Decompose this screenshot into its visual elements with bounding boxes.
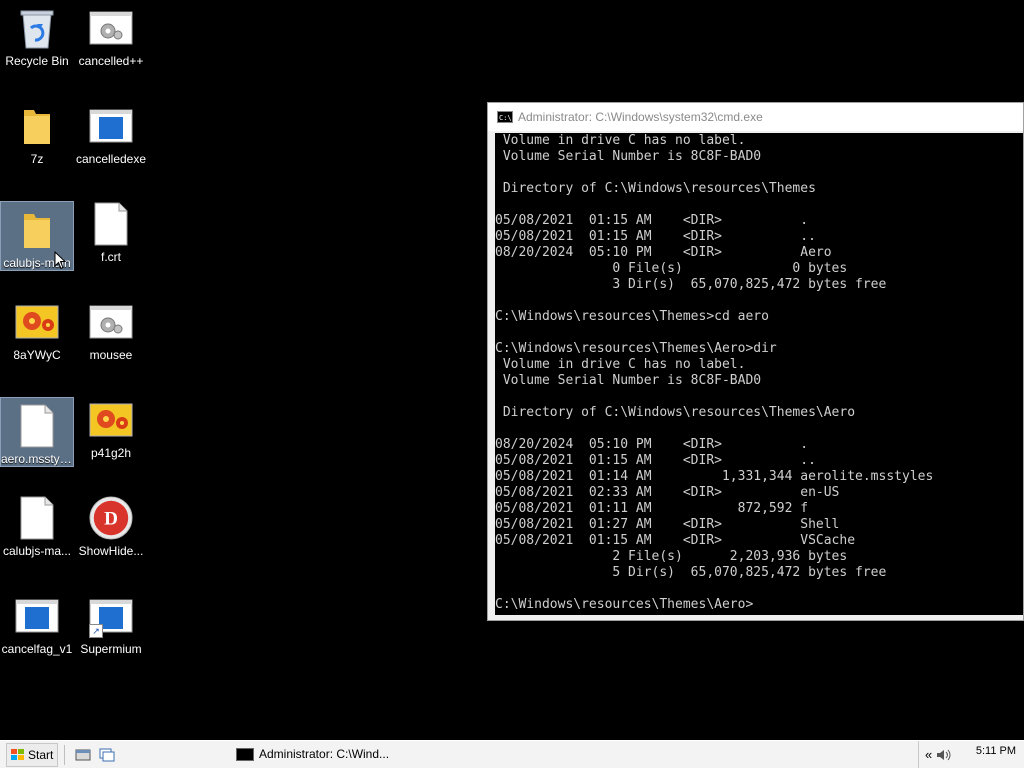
console-line: 05/08/2021 01:27 AM <DIR> Shell bbox=[495, 517, 840, 532]
taskbar-separator bbox=[64, 744, 66, 765]
show-desktop-icon[interactable] bbox=[75, 747, 91, 763]
console-line: 5 Dir(s) 65,070,825,472 bytes free bbox=[495, 565, 887, 580]
console-line: 05/08/2021 01:15 AM <DIR> .. bbox=[495, 453, 816, 468]
shortcut-arrow-icon: ↗ bbox=[89, 624, 103, 638]
console-line: 05/08/2021 01:14 AM 1,331,344 aerolite.m… bbox=[495, 469, 934, 484]
cmd-console-output[interactable]: Volume in drive C has no label. Volume S… bbox=[495, 133, 1023, 615]
application-gear-icon bbox=[89, 300, 133, 344]
clock[interactable]: 5:11 PM bbox=[976, 745, 1016, 757]
console-line: Volume Serial Number is 8C8F-BAD0 bbox=[495, 149, 762, 164]
mouse-cursor-icon bbox=[54, 251, 66, 270]
desktop-icon-label: calubjs-ma... bbox=[2, 544, 72, 558]
console-line: C:\Windows\resources\Themes\Aero>dir bbox=[495, 341, 777, 356]
application-window-icon bbox=[15, 594, 59, 638]
desktop-icon-supermium[interactable]: ↗ Supermium bbox=[74, 588, 148, 658]
console-line: C:\Windows\resources\Themes\Aero> bbox=[495, 597, 754, 612]
taskbar-button-cmd[interactable]: Administrator: C:\Wind... bbox=[230, 743, 390, 765]
desktop-icon-mousee[interactable]: mousee bbox=[74, 294, 148, 364]
start-label: Start bbox=[28, 747, 54, 762]
system-tray: « 5:11 PM bbox=[918, 741, 1024, 768]
desktop-icon-label: cancelled++ bbox=[78, 54, 144, 68]
desktop-icon-f-crt[interactable]: f.crt bbox=[74, 196, 148, 266]
console-line: Directory of C:\Windows\resources\Themes bbox=[495, 181, 816, 196]
console-line: 08/20/2024 05:10 PM <DIR> Aero bbox=[495, 245, 832, 260]
console-line: 05/08/2021 01:15 AM <DIR> VSCache bbox=[495, 533, 856, 548]
console-line: C:\Windows\resources\Themes>cd aero bbox=[495, 309, 769, 324]
taskbar-button-label: Administrator: C:\Wind... bbox=[259, 747, 390, 761]
desktop-icon-label: mousee bbox=[89, 348, 133, 362]
desktop-icon-cancelled-plus-plus[interactable]: cancelled++ bbox=[74, 0, 148, 70]
desktop-icon-label: aero.msstyles bbox=[1, 452, 73, 466]
cmd-icon bbox=[236, 747, 254, 761]
desktop-icon-8aywyc[interactable]: 8aYWyC bbox=[0, 294, 74, 364]
blank-file-icon bbox=[89, 202, 133, 246]
taskbar: Start Administrator: C:\Wind... « 5:11 P… bbox=[0, 740, 1024, 768]
folder-icon bbox=[15, 208, 59, 252]
flower-image-icon bbox=[89, 398, 133, 442]
console-line: 08/20/2024 05:10 PM <DIR> . bbox=[495, 437, 809, 452]
volume-icon[interactable] bbox=[936, 748, 952, 762]
desktop-icon-label: Supermium bbox=[80, 642, 142, 656]
desktop-icon-p41g2h[interactable]: p41g2h bbox=[74, 392, 148, 462]
application-window-shortcut-icon: ↗ bbox=[89, 594, 133, 638]
desktop-icon-calubjs-ma[interactable]: calubjs-ma... bbox=[0, 490, 74, 560]
desktop-icon-label: cancelfag_v1 bbox=[1, 642, 73, 656]
console-line: Volume in drive C has no label. bbox=[495, 133, 746, 148]
cmd-window-title: Administrator: C:\Windows\system32\cmd.e… bbox=[518, 110, 763, 124]
application-gear-icon bbox=[89, 6, 133, 50]
tray-expand-icon[interactable]: « bbox=[925, 747, 932, 762]
blank-file-icon bbox=[15, 404, 59, 448]
desktop-icon-showhide[interactable]: D ShowHide... bbox=[74, 490, 148, 560]
desktop-icon-label: ShowHide... bbox=[78, 544, 144, 558]
console-line: 05/08/2021 02:33 AM <DIR> en-US bbox=[495, 485, 840, 500]
console-line: 05/08/2021 01:11 AM 872,592 f bbox=[495, 501, 809, 516]
desktop-icon-label: f.crt bbox=[101, 250, 121, 264]
console-line: 05/08/2021 01:15 AM <DIR> .. bbox=[495, 229, 816, 244]
start-button[interactable]: Start bbox=[6, 742, 59, 767]
folder-icon bbox=[15, 104, 59, 148]
cmd-window[interactable]: C:\ Administrator: C:\Windows\system32\c… bbox=[487, 102, 1024, 621]
red-d-circle-icon: D bbox=[89, 496, 133, 540]
windows-logo-icon bbox=[11, 748, 25, 761]
desktop-icon-aero-msstyles[interactable]: aero.msstyles bbox=[0, 397, 74, 467]
desktop-icon-recycle-bin[interactable]: Recycle Bin bbox=[0, 0, 74, 70]
application-window-icon bbox=[89, 104, 133, 148]
console-line: Directory of C:\Windows\resources\Themes… bbox=[495, 405, 856, 420]
desktop-icon-label: Recycle Bin bbox=[5, 54, 69, 68]
switch-windows-icon[interactable] bbox=[99, 747, 115, 763]
console-line: 2 File(s) 2,203,936 bytes bbox=[495, 549, 848, 564]
recycle-bin-icon bbox=[15, 6, 59, 50]
desktop-icon-7z[interactable]: 7z bbox=[0, 98, 74, 168]
desktop-icon-label: 7z bbox=[30, 152, 44, 166]
desktop-icon-label: cancelledexe bbox=[75, 152, 147, 166]
cmd-titlebar[interactable]: C:\ Administrator: C:\Windows\system32\c… bbox=[488, 103, 1023, 131]
console-line: 05/08/2021 01:15 AM <DIR> . bbox=[495, 213, 809, 228]
cmd-icon: C:\ bbox=[497, 111, 513, 123]
desktop-icon-label: p41g2h bbox=[90, 446, 132, 460]
console-line: Volume in drive C has no label. bbox=[495, 357, 746, 372]
flower-image-icon bbox=[15, 300, 59, 344]
desktop-icon-cancelledexe[interactable]: cancelledexe bbox=[74, 98, 148, 168]
console-line: 3 Dir(s) 65,070,825,472 bytes free bbox=[495, 277, 887, 292]
desktop-icon-cancelfag-v1[interactable]: cancelfag_v1 bbox=[0, 588, 74, 658]
console-line: Volume Serial Number is 8C8F-BAD0 bbox=[495, 373, 762, 388]
desktop-icon-label: 8aYWyC bbox=[13, 348, 61, 362]
console-line: 0 File(s) 0 bytes bbox=[495, 261, 848, 276]
blank-file-icon bbox=[15, 496, 59, 540]
svg-text:D: D bbox=[104, 509, 118, 530]
